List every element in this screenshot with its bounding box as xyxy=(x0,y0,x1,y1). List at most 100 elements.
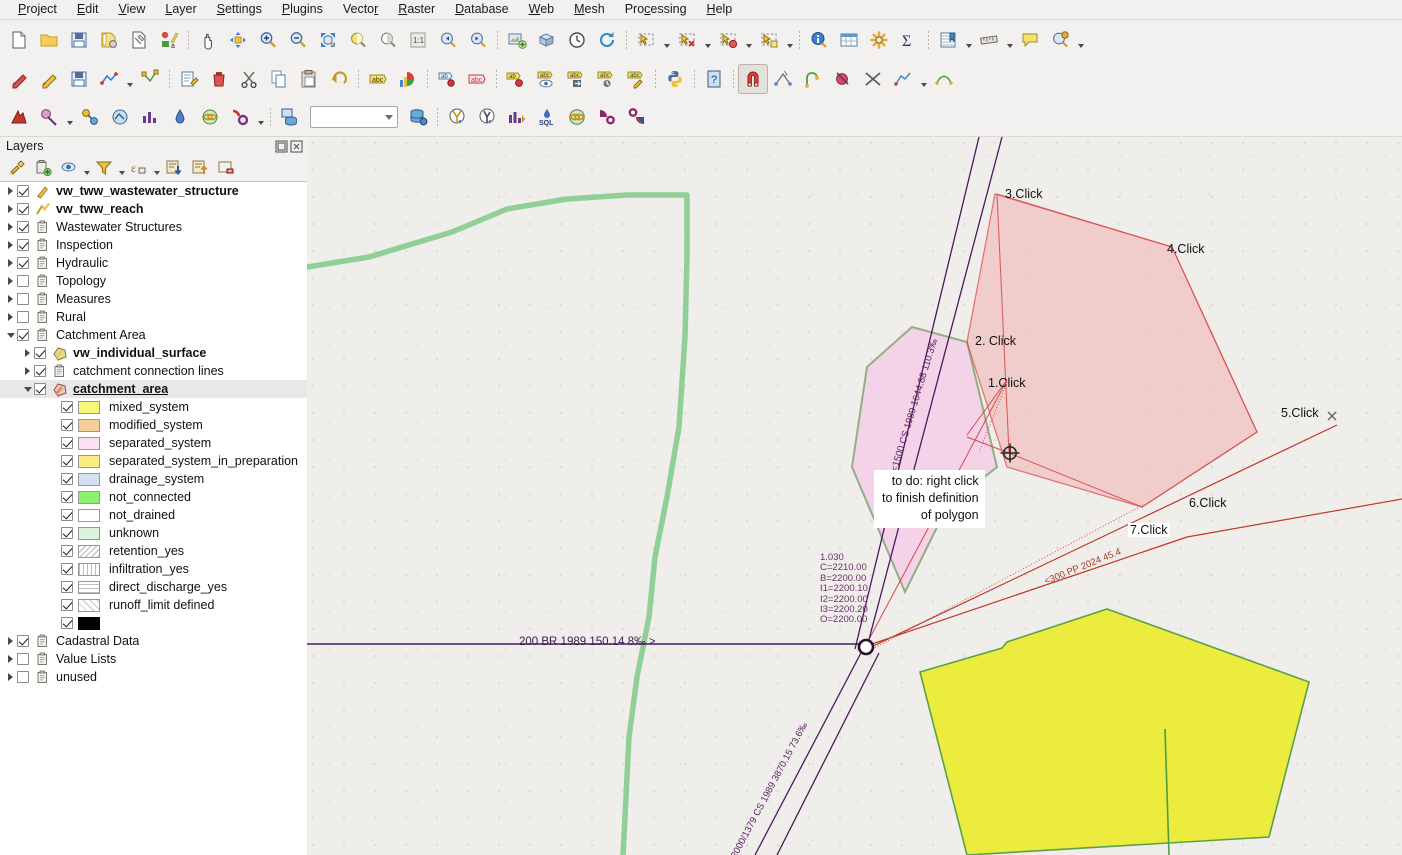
save-project-icon[interactable] xyxy=(64,25,94,55)
select-by-expression-icon[interactable] xyxy=(713,25,743,55)
vertex-tool-icon[interactable] xyxy=(135,64,165,94)
move-label-icon[interactable]: ab xyxy=(501,64,531,94)
pin-labels-icon[interactable]: ab xyxy=(432,64,462,94)
add-group-icon[interactable] xyxy=(30,156,56,180)
symbol-row[interactable]: modified_system xyxy=(0,416,307,434)
node-tool-1-icon[interactable] xyxy=(442,102,472,132)
expand-arrow-icon[interactable] xyxy=(21,367,34,375)
menu-project[interactable]: Project xyxy=(8,0,67,19)
select-value-caret[interactable] xyxy=(784,25,795,55)
flow-to-icon[interactable] xyxy=(622,102,652,132)
layer-row[interactable]: vw_individual_surface xyxy=(0,344,307,362)
tww-refresh-caret[interactable] xyxy=(255,102,266,132)
add-line-feature-icon[interactable] xyxy=(94,64,124,94)
layer-row[interactable]: Wastewater Structures xyxy=(0,218,307,236)
options-icon[interactable] xyxy=(864,25,894,55)
symbol-row[interactable]: not_drained xyxy=(0,506,307,524)
enable-tracing-icon[interactable] xyxy=(798,64,828,94)
symbol-row[interactable]: unknown xyxy=(0,524,307,542)
identify-features-icon[interactable] xyxy=(804,25,834,55)
symbol-row[interactable]: not_connected xyxy=(0,488,307,506)
measure-line-icon[interactable] xyxy=(974,25,1004,55)
layer-visibility-checkbox[interactable] xyxy=(17,293,29,305)
link-tool-icon[interactable] xyxy=(562,102,592,132)
delete-ring-icon[interactable] xyxy=(888,64,918,94)
data-source-manager-icon[interactable] xyxy=(275,102,305,132)
layer-row[interactable]: Topology xyxy=(0,272,307,290)
new-map-view-icon[interactable] xyxy=(502,25,532,55)
expand-arrow-icon[interactable] xyxy=(4,205,17,213)
reshape-features-icon[interactable] xyxy=(858,64,888,94)
show-spatial-bookmarks-icon[interactable] xyxy=(933,25,963,55)
menu-edit[interactable]: Edit xyxy=(67,0,109,19)
expand-arrow-icon[interactable] xyxy=(4,313,17,321)
symbol-visibility-checkbox[interactable] xyxy=(61,581,73,593)
add-feature-caret[interactable] xyxy=(124,64,135,94)
label-toolbar-icon[interactable]: abc xyxy=(363,64,393,94)
menu-help[interactable]: Help xyxy=(697,0,743,19)
menu-mesh[interactable]: Mesh xyxy=(564,0,615,19)
undock-panel-icon[interactable] xyxy=(275,140,288,153)
menu-database[interactable]: Database xyxy=(445,0,519,19)
sql-tool-icon[interactable]: SQL xyxy=(532,102,562,132)
symbol-row[interactable] xyxy=(0,614,307,632)
snapping-options-icon[interactable] xyxy=(768,64,798,94)
layer-visibility-checkbox[interactable] xyxy=(17,221,29,233)
undo-icon[interactable] xyxy=(324,64,354,94)
select-value-icon[interactable] xyxy=(754,25,784,55)
new-project-icon[interactable] xyxy=(4,25,34,55)
pan-to-selection-icon[interactable] xyxy=(223,25,253,55)
diagram-toolbar-icon[interactable] xyxy=(393,64,423,94)
layer-row[interactable]: vw_tww_wastewater_structure xyxy=(0,182,307,200)
collapse-all-icon[interactable] xyxy=(187,156,213,180)
layer-row[interactable]: vw_tww_reach xyxy=(0,200,307,218)
flow-from-icon[interactable] xyxy=(592,102,622,132)
menu-plugins[interactable]: Plugins xyxy=(272,0,333,19)
map-themes-caret[interactable] xyxy=(82,156,91,180)
open-attribute-table-icon[interactable] xyxy=(834,25,864,55)
refresh-icon[interactable] xyxy=(592,25,622,55)
digitize-with-curve-icon[interactable] xyxy=(4,64,34,94)
new-3d-map-view-icon[interactable] xyxy=(532,25,562,55)
symbol-visibility-checkbox[interactable] xyxy=(61,437,73,449)
manage-map-themes-icon[interactable] xyxy=(56,156,82,180)
close-panel-icon[interactable] xyxy=(290,140,303,153)
zoom-out-icon[interactable] xyxy=(283,25,313,55)
expand-arrow-icon[interactable] xyxy=(4,673,17,681)
cut-features-icon[interactable] xyxy=(234,64,264,94)
layer-visibility-checkbox[interactable] xyxy=(17,203,29,215)
copy-features-icon[interactable] xyxy=(264,64,294,94)
layer-row[interactable]: Value Lists xyxy=(0,650,307,668)
rotate-label-icon[interactable]: abc xyxy=(591,64,621,94)
tww-connect-icon[interactable] xyxy=(75,102,105,132)
symbol-row[interactable]: separated_system_in_preparation xyxy=(0,452,307,470)
layer-visibility-checkbox[interactable] xyxy=(17,311,29,323)
expand-arrow-icon[interactable] xyxy=(4,637,17,645)
tww-layer-combo[interactable] xyxy=(310,106,398,128)
zoom-last-status-icon[interactable] xyxy=(1045,25,1075,55)
zoom-last-icon[interactable] xyxy=(433,25,463,55)
layer-visibility-checkbox[interactable] xyxy=(17,653,29,665)
delete-selected-icon[interactable] xyxy=(204,64,234,94)
select-by-expression-caret[interactable] xyxy=(743,25,754,55)
expand-arrow-icon[interactable] xyxy=(4,241,17,249)
layer-row[interactable]: Catchment Area xyxy=(0,326,307,344)
project-properties-icon[interactable] xyxy=(124,25,154,55)
deselect-caret[interactable] xyxy=(702,25,713,55)
save-project-as-icon[interactable] xyxy=(94,25,124,55)
statistical-summary-icon[interactable]: Σ xyxy=(894,25,924,55)
symbol-visibility-checkbox[interactable] xyxy=(61,527,73,539)
toggle-editing-icon[interactable] xyxy=(34,64,64,94)
symbol-row[interactable]: direct_discharge_yes xyxy=(0,578,307,596)
expand-arrow-icon[interactable] xyxy=(4,223,17,231)
expand-arrow-icon[interactable] xyxy=(4,295,17,303)
symbol-visibility-checkbox[interactable] xyxy=(61,509,73,521)
style-manager-icon[interactable]: a xyxy=(154,25,184,55)
select-features-caret[interactable] xyxy=(661,25,672,55)
layer-row[interactable]: unused xyxy=(0,668,307,686)
chart-tool-icon[interactable] xyxy=(502,102,532,132)
symbol-visibility-checkbox[interactable] xyxy=(61,491,73,503)
save-layer-edits-icon[interactable] xyxy=(64,64,94,94)
menu-processing[interactable]: Processing xyxy=(615,0,697,19)
filter-legend-caret[interactable] xyxy=(117,156,126,180)
